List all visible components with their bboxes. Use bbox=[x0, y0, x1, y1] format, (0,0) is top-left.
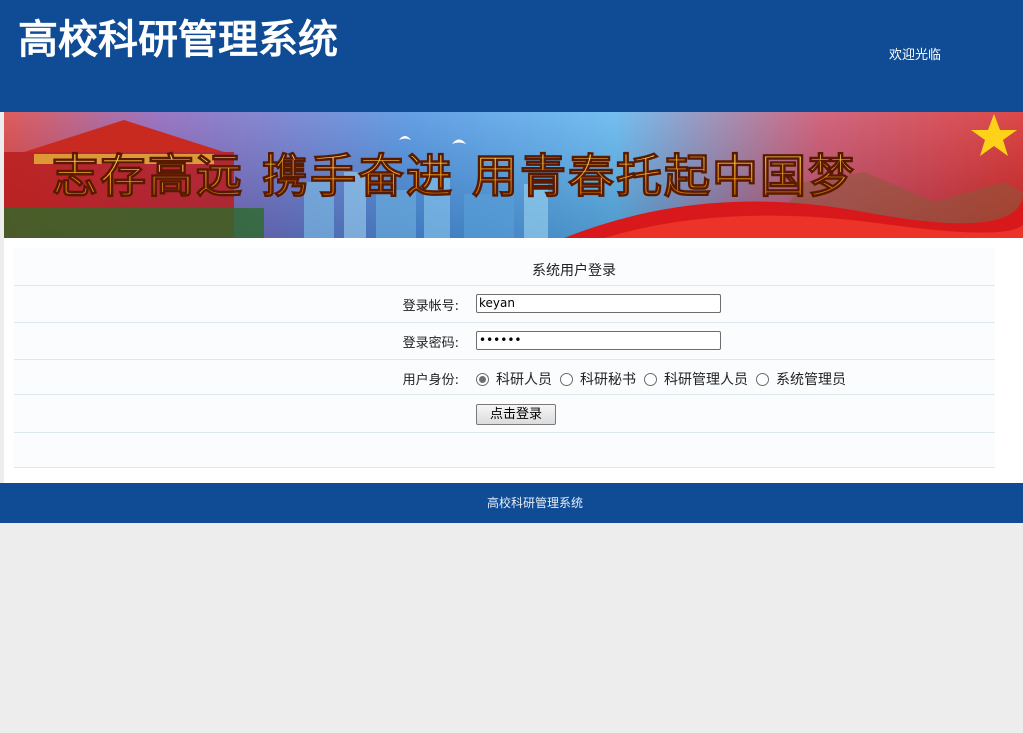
role-radio-group: 科研人员 科研秘书 科研管理人员 系统管理员 bbox=[476, 369, 854, 389]
login-title-row: 系统用户登录 bbox=[14, 248, 995, 286]
login-button[interactable]: 点击登录 bbox=[476, 404, 556, 425]
role-option-label: 系统管理员 bbox=[776, 372, 846, 388]
role-option-label: 科研秘书 bbox=[580, 372, 636, 388]
account-label: 登录帐号: bbox=[402, 299, 459, 314]
login-form: 系统用户登录 登录帐号: 登录密码: 用户身份: 科研人员 bbox=[14, 248, 995, 468]
login-title: 系统用户登录 bbox=[532, 263, 616, 279]
banner-graphic: 志存高远 携手奋进 用青春托起中国梦 bbox=[4, 112, 1023, 238]
role-radio-manager[interactable] bbox=[644, 372, 657, 386]
account-row: 登录帐号: bbox=[14, 286, 995, 323]
role-radio-researcher[interactable] bbox=[476, 372, 489, 386]
password-row: 登录密码: bbox=[14, 323, 995, 360]
role-option-label: 科研管理人员 bbox=[664, 372, 748, 388]
footer-bar: 高校科研管理系统 bbox=[0, 483, 1023, 523]
banner-slogan: 志存高远 携手奋进 用青春托起中国梦 bbox=[52, 149, 856, 203]
page-background bbox=[0, 523, 1023, 733]
role-option-admin[interactable]: 系统管理员 bbox=[756, 369, 846, 389]
login-page: 高校科研管理系统 欢迎光临 志存高远 携手奋进 用青春托起中国梦 系统用户登录 … bbox=[0, 0, 1023, 733]
role-radio-secretary[interactable] bbox=[560, 372, 573, 386]
password-input[interactable] bbox=[476, 331, 721, 350]
account-input[interactable] bbox=[476, 294, 721, 313]
role-row: 用户身份: 科研人员 科研秘书 科研管理人员 系统管理员 bbox=[14, 360, 995, 395]
role-option-researcher[interactable]: 科研人员 bbox=[476, 369, 552, 389]
empty-row bbox=[14, 433, 995, 468]
role-option-secretary[interactable]: 科研秘书 bbox=[560, 369, 636, 389]
role-radio-admin[interactable] bbox=[756, 372, 769, 386]
footer-text: 高校科研管理系统 bbox=[486, 496, 583, 510]
welcome-text: 欢迎光临 bbox=[889, 48, 942, 63]
password-label: 登录密码: bbox=[402, 336, 459, 351]
banner-image: 志存高远 携手奋进 用青春托起中国梦 bbox=[4, 112, 1023, 238]
role-option-label: 科研人员 bbox=[496, 372, 552, 388]
header-bar: 高校科研管理系统 欢迎光临 bbox=[0, 0, 1023, 112]
submit-row: 点击登录 bbox=[14, 395, 995, 433]
main-content: 志存高远 携手奋进 用青春托起中国梦 系统用户登录 登录帐号: 登录密码: 用户… bbox=[4, 112, 1023, 483]
role-option-manager[interactable]: 科研管理人员 bbox=[644, 369, 748, 389]
role-label: 用户身份: bbox=[402, 373, 459, 388]
app-title: 高校科研管理系统 bbox=[18, 17, 338, 63]
